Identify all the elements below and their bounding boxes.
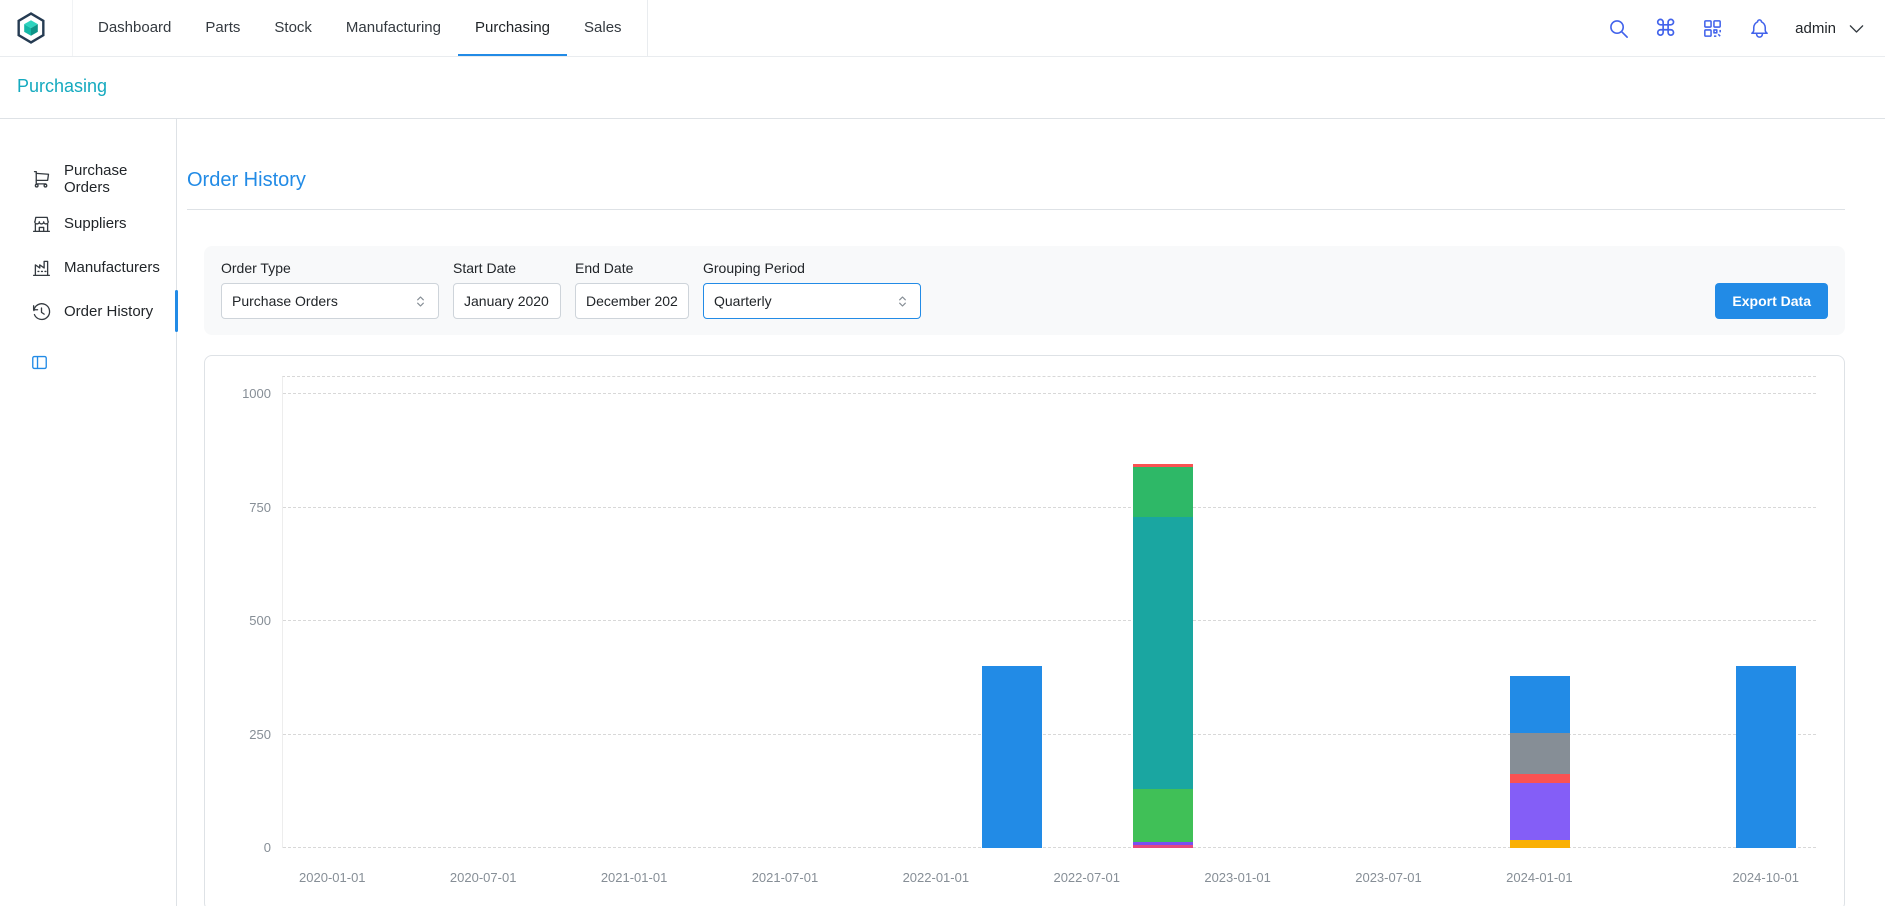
inventree-logo-icon [14, 11, 48, 45]
x-axis-tick-label: 2020-07-01 [450, 870, 517, 885]
notifications-icon[interactable] [1748, 17, 1771, 40]
chart-x-axis: 2020-01-01 2020-07-01 2021-01-01 2021-07-01… [282, 870, 1816, 886]
x-axis-tick-label: 2021-01-01 [601, 870, 668, 885]
history-icon [31, 301, 52, 322]
order-type-value: Purchase Orders [232, 293, 338, 309]
bar-segment [1736, 666, 1796, 848]
tab-stock[interactable]: Stock [257, 0, 329, 56]
export-data-button[interactable]: Export Data [1715, 283, 1828, 319]
sidebar-item-manufacturers[interactable]: Manufacturers [0, 245, 176, 289]
content-area: Purchase Orders Suppliers Manufacturers … [0, 119, 1885, 906]
main-nav-tabs: Dashboard Parts Stock Manufacturing Purc… [72, 0, 648, 56]
bar-segment [1133, 517, 1193, 789]
sidebar-item-label: Order History [64, 303, 153, 320]
select-chevrons-icon [413, 294, 428, 309]
select-chevrons-icon [895, 294, 910, 309]
bar-segment [982, 666, 1042, 848]
start-date-input[interactable] [453, 283, 561, 319]
app-logo[interactable] [14, 0, 48, 56]
x-axis-tick-label: 2023-07-01 [1355, 870, 1422, 885]
navbar-actions: ⌘ admin [1607, 0, 1867, 56]
order-type-field: Order Type Purchase Orders [221, 260, 439, 319]
tab-manufacturing[interactable]: Manufacturing [329, 0, 458, 56]
y-axis-tick-label: 250 [249, 727, 271, 742]
sidebar-item-label: Suppliers [64, 215, 127, 232]
bar-segment [1133, 467, 1193, 517]
purchasing-sidebar: Purchase Orders Suppliers Manufacturers … [0, 119, 177, 906]
x-axis-tick-label: 2022-07-01 [1053, 870, 1120, 885]
start-date-field: Start Date [453, 260, 561, 319]
bar-segment [1133, 845, 1193, 848]
gridline [283, 847, 1816, 848]
grouping-period-field: Grouping Period Quarterly [703, 260, 921, 319]
x-axis-tick-label: 2024-01-01 [1506, 870, 1573, 885]
x-axis-tick-label: 2020-01-01 [299, 870, 366, 885]
grouping-period-value: Quarterly [714, 293, 772, 309]
grouping-period-label: Grouping Period [703, 260, 921, 276]
storefront-icon [31, 213, 52, 234]
stacked-bar-2024-10-01[interactable] [1736, 666, 1796, 848]
stacked-bar-2022-04-01[interactable] [982, 666, 1042, 848]
end-date-label: End Date [575, 260, 689, 276]
y-axis-tick-label: 1000 [242, 386, 271, 401]
user-menu[interactable]: admin [1795, 18, 1867, 39]
page-title: Order History [187, 169, 1845, 192]
tab-dashboard[interactable]: Dashboard [81, 0, 188, 56]
order-type-label: Order Type [221, 260, 439, 276]
breadcrumb: Purchasing [0, 57, 1885, 119]
bar-segment [1133, 789, 1193, 841]
x-axis-tick-label: 2023-01-01 [1204, 870, 1271, 885]
chevron-down-icon [1846, 18, 1867, 39]
bar-segment [1510, 840, 1570, 848]
breadcrumb-purchasing[interactable]: Purchasing [17, 76, 107, 96]
bar-segment [1510, 774, 1570, 783]
y-axis-tick-label: 750 [249, 500, 271, 515]
gridline [283, 734, 1816, 735]
gridline [283, 620, 1816, 621]
start-date-label: Start Date [453, 260, 561, 276]
stacked-bar-2022-10-01[interactable] [1133, 464, 1193, 849]
title-divider [187, 209, 1845, 210]
sidebar-item-purchase-orders[interactable]: Purchase Orders [0, 157, 176, 201]
stacked-bar-2024-01-01[interactable] [1510, 676, 1570, 848]
top-navbar: Dashboard Parts Stock Manufacturing Purc… [0, 0, 1885, 57]
end-date-input[interactable] [575, 283, 689, 319]
order-type-select[interactable]: Purchase Orders [221, 283, 439, 319]
factory-icon [31, 257, 52, 278]
end-date-field: End Date [575, 260, 689, 319]
bar-segment [1510, 676, 1570, 733]
x-axis-tick-label: 2021-07-01 [752, 870, 819, 885]
x-axis-tick-label: 2024-10-01 [1732, 870, 1799, 885]
username-label: admin [1795, 20, 1836, 37]
tab-sales[interactable]: Sales [567, 0, 639, 56]
order-history-panel: Order History Order Type Purchase Orders… [177, 119, 1885, 906]
y-axis-tick-label: 0 [264, 840, 271, 855]
gridline [283, 507, 1816, 508]
barcode-scan-icon[interactable] [1701, 17, 1724, 40]
grouping-period-select[interactable]: Quarterly [703, 283, 921, 319]
sidebar-item-suppliers[interactable]: Suppliers [0, 201, 176, 245]
bar-segment [1510, 783, 1570, 840]
sidebar-collapse-icon[interactable] [30, 353, 50, 377]
tab-parts[interactable]: Parts [188, 0, 257, 56]
y-axis-tick-label: 500 [249, 613, 271, 628]
sidebar-item-label: Manufacturers [64, 259, 160, 276]
command-palette-icon[interactable]: ⌘ [1654, 17, 1677, 40]
shopping-cart-icon [31, 169, 52, 190]
sidebar-item-order-history[interactable]: Order History [0, 289, 176, 333]
x-axis-tick-label: 2022-01-01 [903, 870, 970, 885]
sidebar-item-label: Purchase Orders [64, 162, 176, 196]
order-history-chart-card: 0 250 500 750 1000 2020-01-01 2020-07-01 2021-… [204, 355, 1845, 906]
chart-plot [282, 376, 1816, 848]
tab-purchasing[interactable]: Purchasing [458, 0, 567, 56]
search-icon[interactable] [1607, 17, 1630, 40]
chart-y-axis: 02505007501000 [205, 376, 271, 848]
bar-segment [1510, 733, 1570, 774]
gridline [283, 393, 1816, 394]
filter-panel: Order Type Purchase Orders Start Date En… [204, 246, 1845, 335]
